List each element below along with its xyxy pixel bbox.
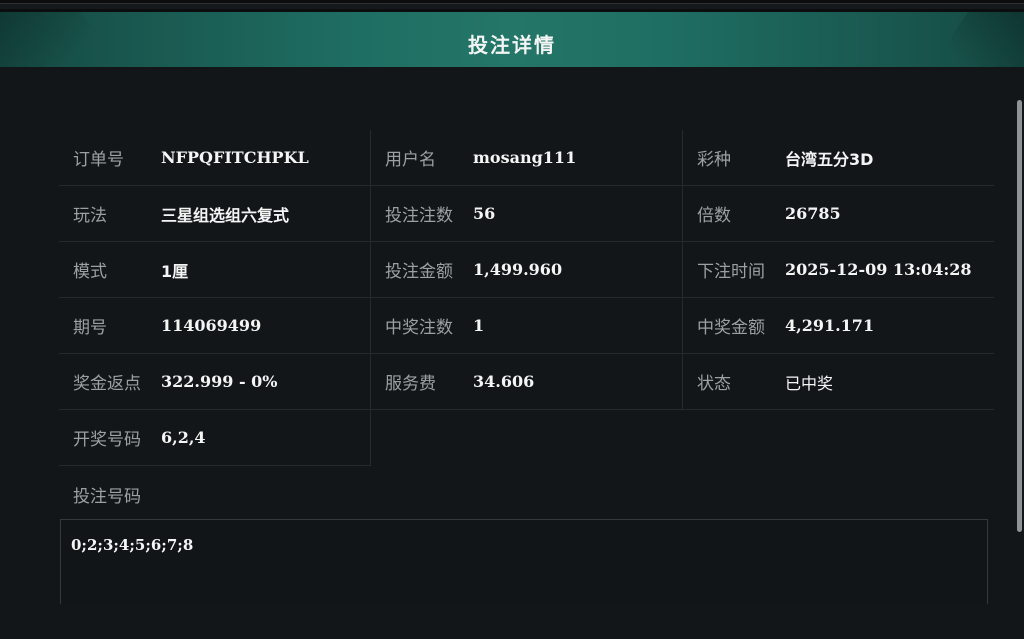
detail-row: 订单号 NFPQFITCHPKL 用户名 mosang111 彩种 台湾五分3D — [59, 130, 994, 186]
play-method-value: 三星组选组六复式 — [161, 205, 290, 225]
rebate-value: 322.999 - 0% — [161, 372, 278, 391]
winning-count-value: 1 — [473, 316, 485, 335]
bet-time-label: 下注时间 — [697, 262, 765, 282]
lottery-type-label: 彩种 — [697, 150, 731, 170]
detail-row: 奖金返点 322.999 - 0% 服务费 34.606 状态 已中奖 — [59, 353, 994, 410]
username-value: mosang111 — [473, 148, 577, 167]
mode-label: 模式 — [73, 262, 107, 282]
bet-time-value: 2025-12-09 13:04:28 — [785, 260, 972, 279]
service-fee-value: 34.606 — [473, 372, 535, 391]
detail-row: 模式 1厘 投注金额 1,499.960 下注时间 2025-12-09 13:04:… — [59, 241, 994, 298]
lottery-type-value: 台湾五分3D — [785, 149, 874, 169]
detail-row: 期号 114069499 中奖注数 1 中奖金额 4,291.171 — [59, 297, 994, 354]
multiplier-label: 倍数 — [697, 206, 731, 226]
multiplier-value: 26785 — [785, 204, 841, 223]
service-fee-label: 服务费 — [385, 374, 436, 394]
top-bar-strip — [0, 3, 1024, 9]
order-number-value: NFPQFITCHPKL — [161, 148, 309, 167]
play-method-label: 玩法 — [73, 206, 107, 226]
bet-count-value: 56 — [473, 204, 496, 223]
mode-value: 1厘 — [161, 261, 189, 281]
bet-amount-label: 投注金额 — [385, 262, 453, 282]
detail-grid: 订单号 NFPQFITCHPKL 用户名 mosang111 彩种 台湾五分3D 玩法… — [59, 130, 994, 466]
detail-row: 开奖号码 6,2,4 — [59, 409, 994, 466]
detail-row: 玩法 三星组选组六复式 投注注数 56 倍数 26785 — [59, 185, 994, 242]
username-label: 用户名 — [385, 150, 436, 170]
winning-amount-label: 中奖金额 — [697, 318, 765, 338]
rebate-label: 奖金返点 — [73, 374, 141, 394]
bet-numbers-value: 0;2;3;4;5;6;7;8 — [71, 536, 194, 554]
bet-numbers-label: 投注号码 — [73, 487, 141, 507]
order-number-label: 订单号 — [73, 150, 124, 170]
winning-amount-value: 4,291.171 — [785, 316, 875, 335]
status-value: 已中奖 — [785, 373, 834, 393]
draw-number-label: 开奖号码 — [73, 430, 141, 450]
footer-strip — [0, 604, 1024, 639]
scrollbar-thumb[interactable] — [1017, 100, 1022, 532]
winning-count-label: 中奖注数 — [385, 318, 453, 338]
bet-count-label: 投注注数 — [385, 206, 453, 226]
draw-number-value: 6,2,4 — [161, 428, 206, 447]
issue-number-label: 期号 — [73, 318, 107, 338]
issue-number-value: 114069499 — [161, 316, 262, 335]
status-label: 状态 — [697, 374, 731, 394]
bet-amount-value: 1,499.960 — [473, 260, 563, 279]
